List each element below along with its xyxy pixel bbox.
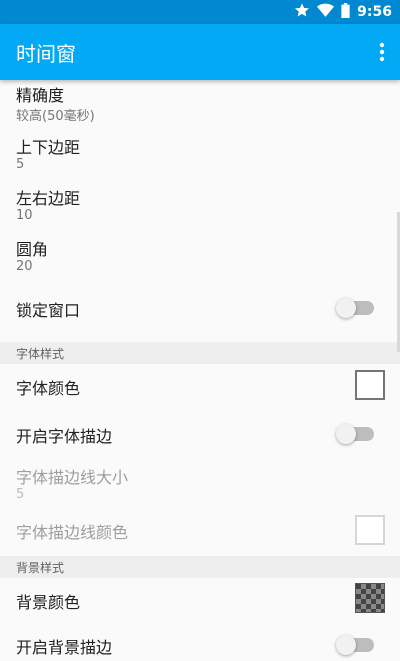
font-stroke-switch[interactable] [336, 424, 374, 444]
pref-title: 精确度 [16, 86, 65, 105]
pref-title: 字体颜色 [16, 379, 81, 398]
pref-title: 上下边距 [16, 138, 81, 157]
pref-summary: 10 [16, 208, 33, 223]
bg-color-swatch[interactable] [355, 583, 385, 613]
pref-title: 背景颜色 [16, 593, 81, 612]
wifi-icon [317, 3, 335, 22]
app-title: 时间窗 [16, 42, 76, 66]
more-vert-icon[interactable] [374, 40, 390, 64]
category-background-style: 背景样式 [0, 556, 400, 578]
pref-title: 左右边距 [16, 189, 81, 208]
pref-title: 字体描边线大小 [16, 468, 129, 487]
pref-lock-window[interactable]: 锁定窗口 [0, 282, 400, 342]
status-icons: 9:56 [294, 0, 392, 24]
pref-title: 锁定窗口 [16, 301, 81, 320]
font-color-swatch[interactable] [355, 370, 385, 400]
pref-title: 字体描边线颜色 [16, 523, 129, 542]
pref-stroke-color: 字体描边线颜色 [0, 504, 400, 556]
pref-font-color[interactable]: 字体颜色 [0, 364, 400, 408]
pref-bg-stroke[interactable]: 开启背景描边 [0, 622, 400, 661]
star-icon [294, 2, 310, 22]
pref-summary: 较高(50毫秒) [16, 109, 95, 124]
switch-thumb [336, 298, 356, 318]
pref-font-stroke[interactable]: 开启字体描边 [0, 408, 400, 456]
pref-summary: 20 [16, 259, 33, 274]
switch-thumb [336, 635, 356, 655]
preference-list[interactable]: 精确度 较高(50毫秒) 上下边距 5 左右边距 10 圆角 20 锁定窗口 字… [0, 80, 400, 661]
pref-stroke-size: 字体描边线大小 5 [0, 456, 400, 504]
category-title: 字体样式 [16, 347, 65, 361]
app-bar: 时间窗 [0, 24, 400, 80]
pref-precision[interactable]: 精确度 较高(50毫秒) [0, 80, 400, 132]
pref-corner[interactable]: 圆角 20 [0, 234, 400, 282]
pref-title: 开启背景描边 [16, 638, 113, 657]
pref-title: 开启字体描边 [16, 427, 113, 446]
pref-margin-horizontal[interactable]: 左右边距 10 [0, 183, 400, 234]
bg-stroke-switch[interactable] [336, 635, 374, 655]
status-bar: 9:56 [0, 0, 400, 24]
pref-bg-color[interactable]: 背景颜色 [0, 578, 400, 622]
switch-thumb [336, 424, 356, 444]
category-title: 背景样式 [16, 561, 65, 575]
pref-title: 圆角 [16, 240, 49, 259]
status-time: 9:56 [357, 4, 392, 20]
category-font-style: 字体样式 [0, 342, 400, 364]
battery-icon [341, 2, 350, 22]
pref-summary: 5 [16, 157, 25, 172]
lock-window-switch[interactable] [336, 298, 374, 318]
pref-margin-vertical[interactable]: 上下边距 5 [0, 132, 400, 183]
stroke-color-swatch [355, 515, 385, 545]
pref-summary: 5 [16, 487, 25, 502]
